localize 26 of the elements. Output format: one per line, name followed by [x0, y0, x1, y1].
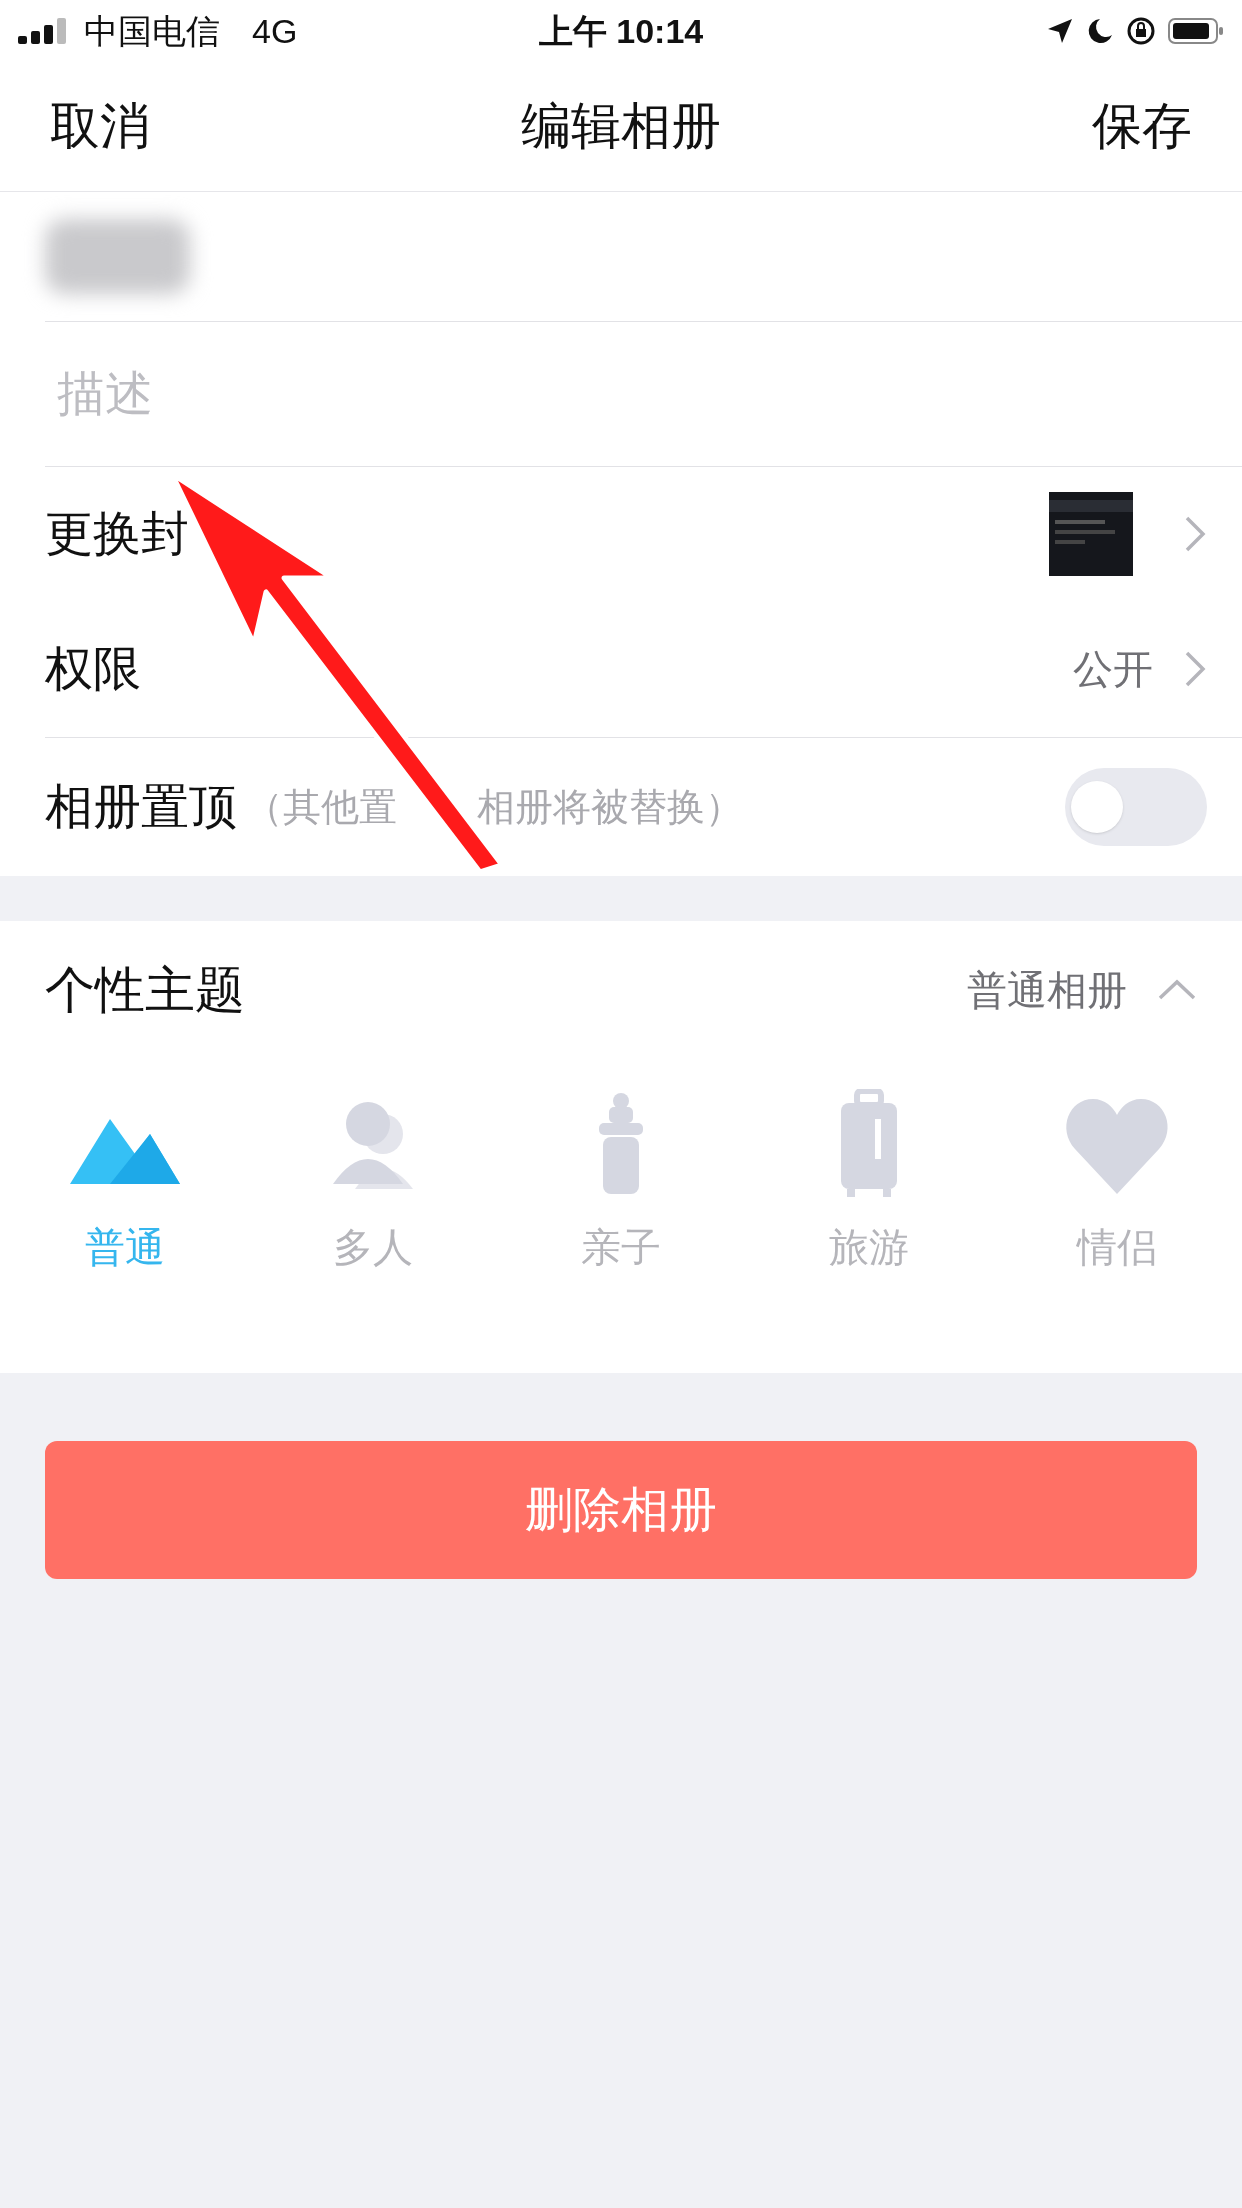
chevron-up-icon	[1157, 978, 1197, 1002]
theme-option[interactable]: 普通	[60, 1089, 190, 1277]
theme-option[interactable]: 多人	[308, 1089, 438, 1277]
cancel-button[interactable]: 取消	[50, 89, 150, 164]
status-time: 上午 10:14	[538, 11, 704, 50]
row-label: 权限	[45, 640, 141, 697]
row-label: 更换封	[45, 505, 189, 562]
row-value: 公开	[1073, 645, 1153, 693]
delete-album-button[interactable]: 删除相册	[45, 1441, 1197, 1579]
section-title: 个性主题	[45, 960, 245, 1020]
row-label: 相册置顶	[45, 779, 237, 835]
theme-value: 普通相册	[967, 967, 1127, 1014]
row-hint: （其他置	[245, 784, 397, 830]
battery-icon	[1168, 17, 1224, 45]
rotation-lock-icon	[1126, 16, 1156, 46]
save-button[interactable]: 保存	[1092, 89, 1192, 164]
network-type: 4G	[252, 10, 298, 52]
carrier-name: 中国电信	[84, 10, 220, 52]
theme-option[interactable]: 旅游	[804, 1089, 934, 1277]
page-title: 编辑相册	[521, 97, 721, 156]
location-icon	[1046, 17, 1074, 45]
theme-option[interactable]: 情侣	[1052, 1089, 1182, 1277]
moon-icon	[1086, 17, 1114, 45]
row-hint: 相册将被替换）	[477, 784, 743, 830]
theme-option[interactable]: 亲子	[556, 1089, 686, 1277]
description-field[interactable]: 描述	[45, 358, 1242, 430]
